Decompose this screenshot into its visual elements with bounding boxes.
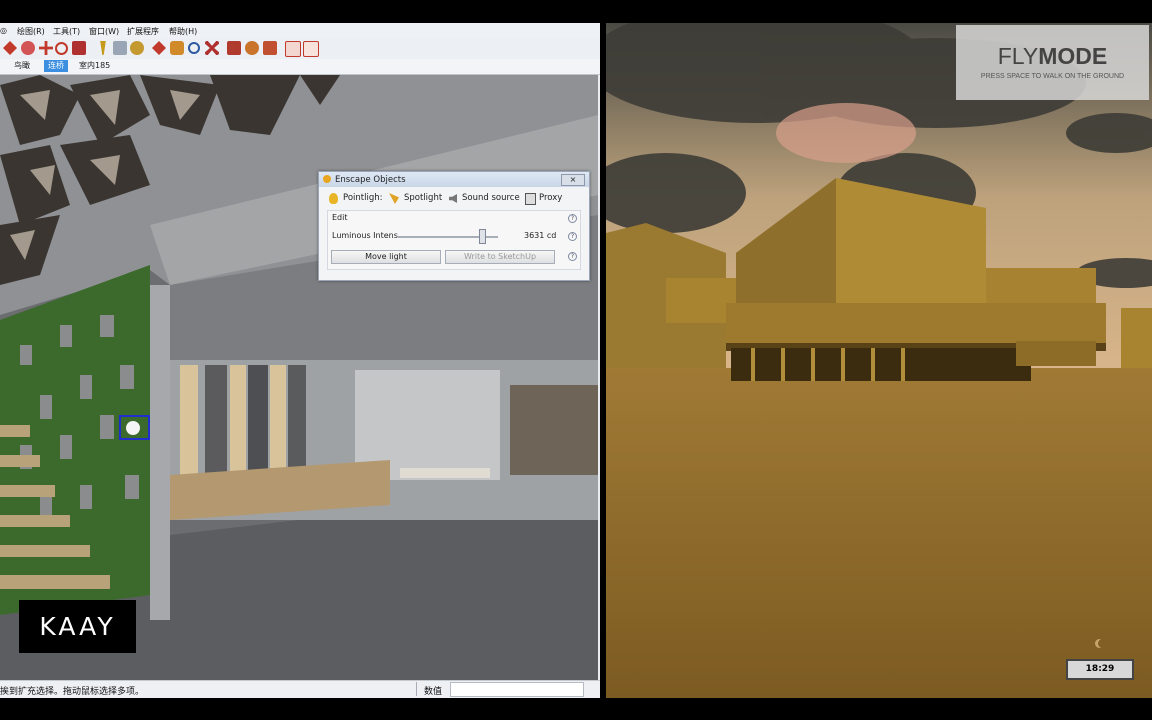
close-button[interactable]: × <box>561 174 585 186</box>
top-black-bar <box>0 0 1152 23</box>
toolbar <box>0 39 600 60</box>
time-of-day-clock[interactable]: 18:29 <box>1066 659 1134 680</box>
help-icon[interactable]: ? <box>568 252 577 261</box>
enscape-settings-icon[interactable] <box>285 41 301 57</box>
status-text: 挨到扩充选择。拖动鼠标选择多项。 <box>0 687 145 697</box>
sketchup-window: ◎ 绘图(R) 工具(T) 窗口(W) 扩展程序 帮助(H) 鸟瞰 连桥 室内1… <box>0 23 600 698</box>
move-light-button[interactable]: Move light <box>331 250 441 264</box>
orbit-tool-icon[interactable] <box>152 41 166 55</box>
measurements-input[interactable] <box>450 682 584 697</box>
proxy-icon[interactable] <box>525 193 536 205</box>
layout-icon[interactable] <box>263 41 277 55</box>
pointlight-icon[interactable] <box>329 193 338 204</box>
zoom-extents-icon[interactable] <box>205 41 219 55</box>
extension-warehouse-icon[interactable] <box>245 41 259 55</box>
bottom-black-bar <box>0 698 1152 720</box>
sound-source-icon[interactable] <box>449 194 457 203</box>
menu-item-help[interactable]: 帮助(H) <box>169 26 197 37</box>
tab-spotlight[interactable]: Spotlight <box>404 193 442 203</box>
scene-tabs: 鸟瞰 连桥 室内185 <box>0 59 600 75</box>
menu-bar: ◎ 绘图(R) 工具(T) 窗口(W) 扩展程序 帮助(H) <box>0 23 600 40</box>
measurements-label: 数值 <box>424 687 443 697</box>
enscape-render-window[interactable]: FLYMODE PRESS SPACE TO WALK ON THE GROUN… <box>606 23 1152 698</box>
warehouse-icon[interactable] <box>227 41 241 55</box>
enscape-logo-icon <box>323 175 331 183</box>
select-tool-icon[interactable] <box>3 41 17 55</box>
paint-bucket-icon[interactable] <box>130 41 144 55</box>
flymode-title-light: FLY <box>997 43 1039 69</box>
tab-scene-1[interactable]: 鸟瞰 <box>10 60 34 72</box>
menu-item-draw[interactable]: 绘图(R) <box>17 26 45 37</box>
tab-pointlight[interactable]: Pointligh: <box>343 193 382 203</box>
status-divider <box>416 682 417 696</box>
enscape-objects-dialog: Enscape Objects × Pointligh: Spotlight S… <box>318 171 590 281</box>
sketchup-viewport[interactable] <box>0 75 598 680</box>
flymode-title-bold: MODE <box>1038 43 1108 69</box>
menu-item-window[interactable]: 窗口(W) <box>89 26 119 37</box>
dialog-titlebar[interactable]: Enscape Objects <box>319 172 589 187</box>
render-scene <box>606 23 1152 698</box>
menu-item-tools[interactable]: 工具(T) <box>53 26 80 37</box>
tab-proxy[interactable]: Proxy <box>539 193 562 203</box>
write-to-sketchup-button[interactable]: Write to SketchUp <box>445 250 555 264</box>
status-bar: 挨到扩充选择。拖动鼠标选择多项。 数值 <box>0 680 600 698</box>
help-icon[interactable]: ? <box>568 214 577 223</box>
intensity-slider-thumb[interactable] <box>479 229 486 244</box>
menu-item-extensions[interactable]: 扩展程序 <box>127 26 159 37</box>
flymode-subtitle: PRESS SPACE TO WALK ON THE GROUND <box>980 73 1125 80</box>
dimension-tool-icon[interactable] <box>113 41 127 55</box>
spotlight-icon[interactable] <box>389 193 399 204</box>
zoom-tool-icon[interactable] <box>188 42 200 54</box>
move-tool-icon[interactable] <box>39 41 53 55</box>
tab-sound-source[interactable]: Sound source <box>462 193 520 203</box>
rotate-tool-icon[interactable] <box>55 42 68 55</box>
edit-heading: Edit <box>332 213 348 222</box>
tab-scene-3[interactable]: 室内185 <box>75 60 114 72</box>
flymode-banner: FLYMODE PRESS SPACE TO WALK ON THE GROUN… <box>956 25 1149 100</box>
enscape-window-icon[interactable] <box>303 41 319 57</box>
scale-tool-icon[interactable] <box>72 41 86 55</box>
luminous-intensity-value: 3631 cd <box>524 231 557 240</box>
menu-item-partial[interactable]: ◎ <box>0 26 7 35</box>
dialog-title: Enscape Objects <box>335 175 406 185</box>
eraser-tool-icon[interactable] <box>21 41 35 55</box>
kaay-logo: KAAY <box>19 600 136 653</box>
flymode-title: FLYMODE <box>956 43 1149 70</box>
moon-icon <box>1098 639 1107 648</box>
edit-panel: Edit ? Luminous Intens 3631 cd ? Move li… <box>327 210 581 270</box>
tape-measure-icon[interactable] <box>100 41 106 55</box>
tab-scene-2[interactable]: 连桥 <box>44 60 68 72</box>
luminous-intensity-label: Luminous Intens <box>332 231 398 240</box>
interior-scene <box>0 75 598 680</box>
pan-tool-icon[interactable] <box>170 41 184 55</box>
help-icon[interactable]: ? <box>568 232 577 241</box>
